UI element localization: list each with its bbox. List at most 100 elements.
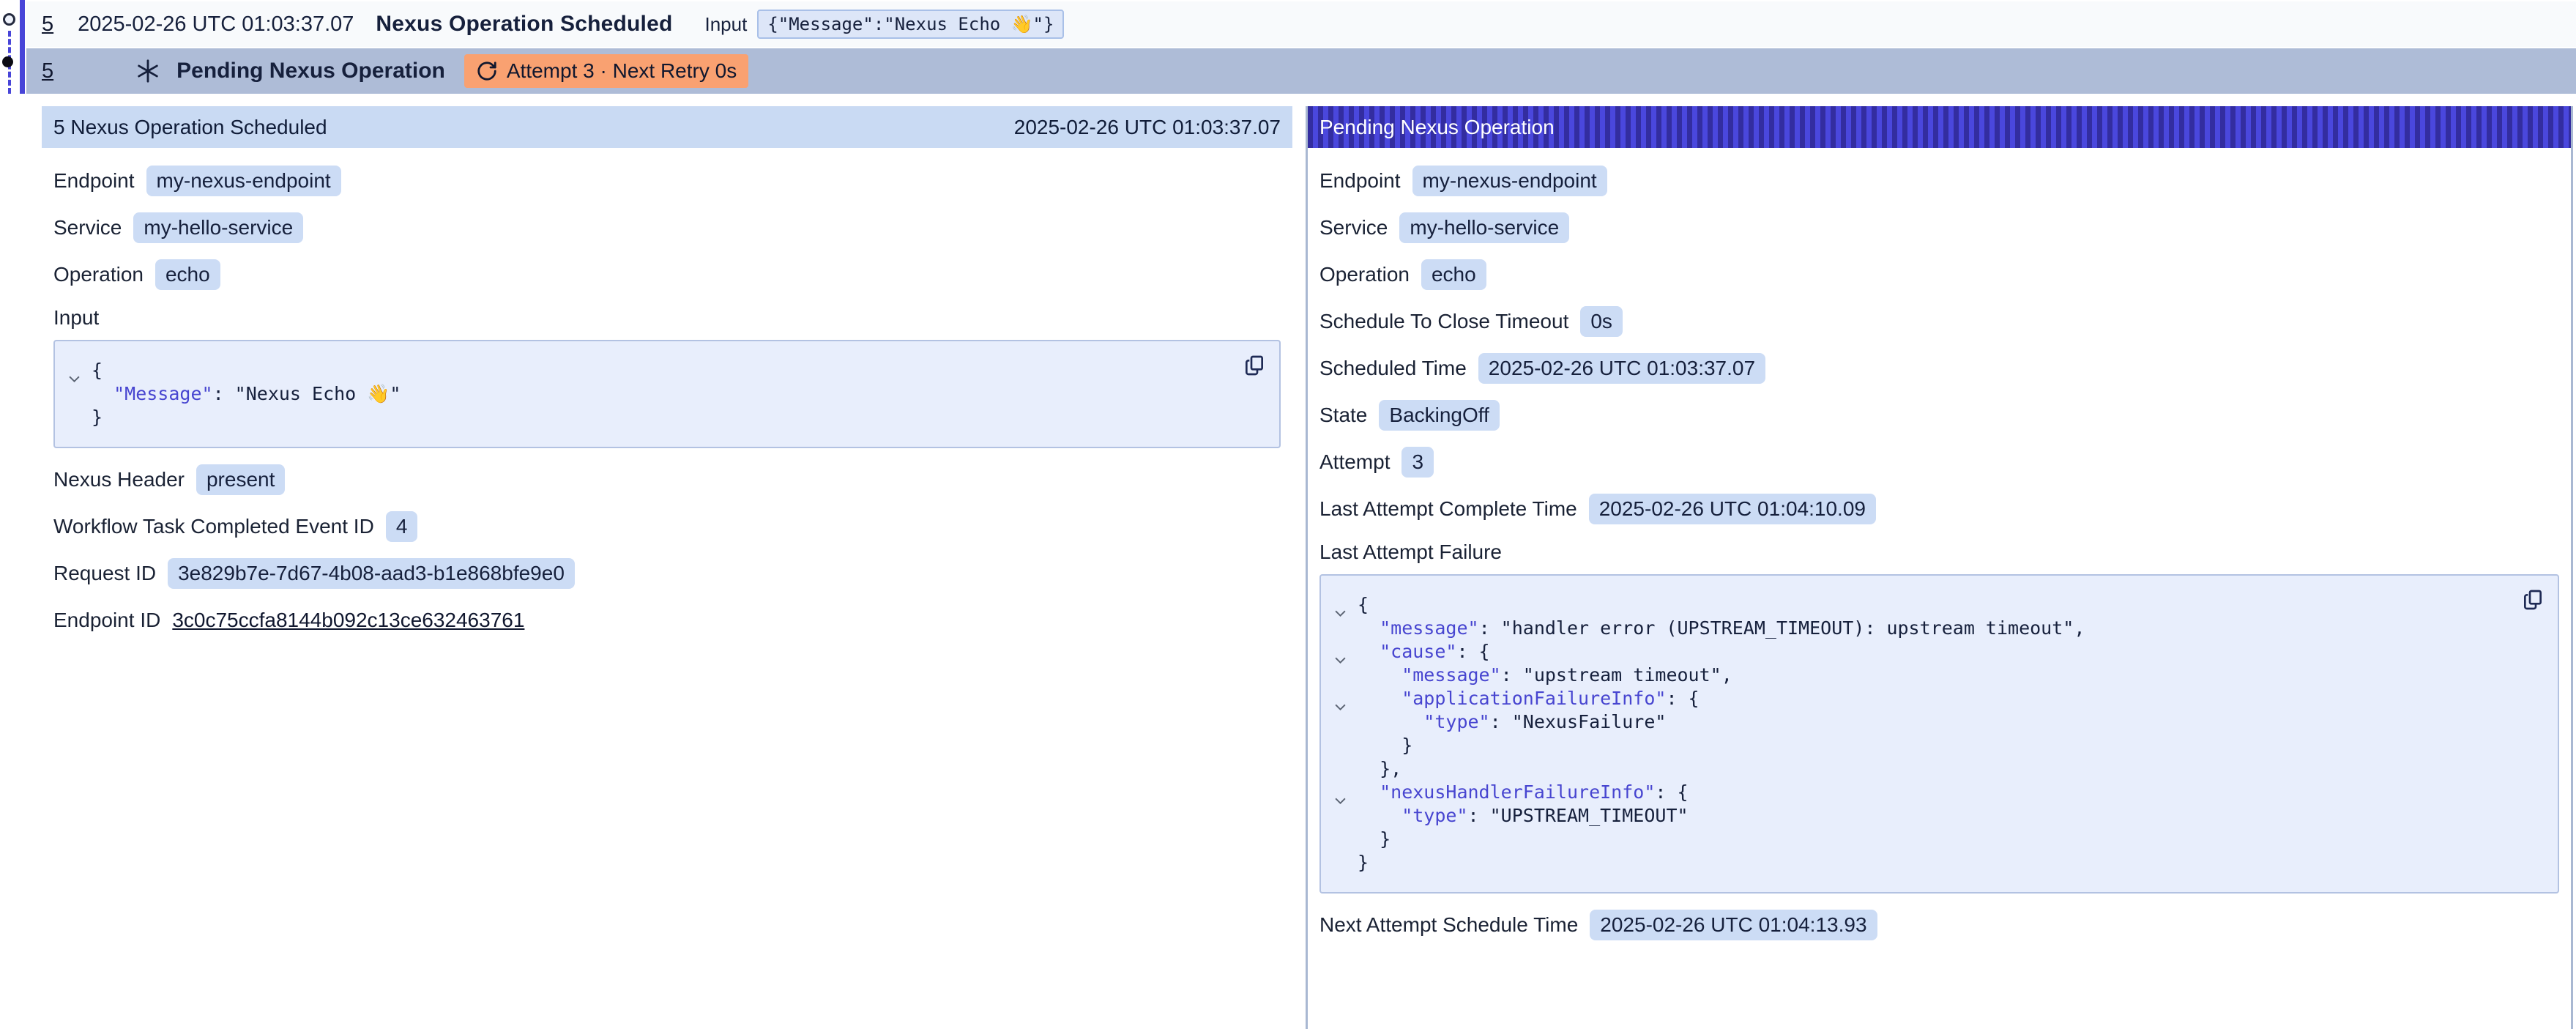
json-plain: : { xyxy=(1655,781,1688,803)
collapse-chevron-icon[interactable] xyxy=(65,359,92,382)
json-plain: } xyxy=(1358,852,1369,873)
json-plain: } xyxy=(1380,828,1391,850)
code-line: "nexusHandlerFailureInfo": { xyxy=(1331,781,2506,804)
field-endpoint-id: Endpoint ID 3c0c75ccfa8144b092c13ce632463… xyxy=(53,605,1281,635)
pending-title: Pending Nexus Operation xyxy=(176,59,445,83)
field-value-badge-next-attempt-schedule-time: 2025-02-26 UTC 01:04:13.93 xyxy=(1590,910,1877,940)
timeline-rail-bar xyxy=(20,0,25,94)
pending-id-link[interactable]: 5 xyxy=(42,59,53,83)
collapse-chevron-icon[interactable] xyxy=(1331,781,1358,804)
json-plain: : "upstream timeout", xyxy=(1501,664,1732,686)
code-line: } xyxy=(65,406,1228,429)
event-input-label: Input xyxy=(705,13,748,36)
field-label-service: Service xyxy=(1319,216,1388,239)
field-label-endpoint: Endpoint xyxy=(53,169,135,193)
code-text: { xyxy=(1358,593,1369,617)
field-last-attempt-failure: Last Attempt Failure{"message": "handler… xyxy=(1319,540,2559,894)
code-text: { xyxy=(92,359,103,382)
code-line: } xyxy=(1331,734,2506,757)
field-value-badge-state: BackingOff xyxy=(1379,400,1499,431)
json-key: "cause" xyxy=(1380,641,1456,662)
field-label-request-id: Request ID xyxy=(53,562,156,585)
code-line: "applicationFailureInfo": { xyxy=(1331,687,2506,710)
field-label-next-attempt-schedule-time: Next Attempt Schedule Time xyxy=(1319,913,1578,937)
field-value-badge-request-id: 3e829b7e-7d67-4b08-aad3-b1e868bfe9e0 xyxy=(168,558,575,589)
json-plain: : { xyxy=(1456,641,1489,662)
json-key: "type" xyxy=(1401,805,1467,826)
event-detail-panel-time: 2025-02-26 UTC 01:03:37.07 xyxy=(1014,116,1281,139)
json-key: "message" xyxy=(1401,664,1500,686)
code-gutter xyxy=(65,406,92,429)
json-plain: }, xyxy=(1380,758,1401,779)
field-scheduled-time: Scheduled Time2025-02-26 UTC 01:03:37.07 xyxy=(1319,353,2559,384)
field-label-operation: Operation xyxy=(1319,263,1410,286)
copy-icon[interactable] xyxy=(1241,353,1267,379)
field-schedule-to-close-timeout: Schedule To Close Timeout0s xyxy=(1319,306,2559,337)
field-label-operation: Operation xyxy=(53,263,144,286)
event-row-nexus-operation-scheduled[interactable]: 5 2025-02-26 UTC 01:03:37.07 Nexus Opera… xyxy=(26,1,2576,47)
collapse-chevron-icon[interactable] xyxy=(1331,687,1358,710)
code-line: { xyxy=(1331,593,2506,617)
retry-badge-text: Attempt 3 · Next Retry 0s xyxy=(507,59,737,83)
field-last-attempt-complete-time: Last Attempt Complete Time2025-02-26 UTC… xyxy=(1319,494,2559,524)
code-text: "message": "handler error (UPSTREAM_TIME… xyxy=(1358,617,2085,640)
code-line: { xyxy=(65,359,1228,382)
copy-icon[interactable] xyxy=(2520,587,2546,614)
field-value-badge-last-attempt-complete-time: 2025-02-26 UTC 01:04:10.09 xyxy=(1589,494,1876,524)
field-value-badge-endpoint: my-nexus-endpoint xyxy=(146,166,341,196)
json-plain: : "handler error (UPSTREAM_TIMEOUT): ups… xyxy=(1479,617,2085,639)
pending-nexus-operation-row[interactable]: 5 Pending Nexus Operation Attempt 3 · Ne… xyxy=(26,48,2576,94)
field-label-workflow-task-completed-event-id: Workflow Task Completed Event ID xyxy=(53,515,374,538)
field-label-scheduled-time: Scheduled Time xyxy=(1319,357,1467,380)
pending-operation-panel-header: Pending Nexus Operation xyxy=(1308,106,2571,148)
json-code-block-input: {"Message": "Nexus Echo 👋"} xyxy=(53,340,1281,448)
json-code-block-last-attempt-failure: {"message": "handler error (UPSTREAM_TIM… xyxy=(1319,574,2559,894)
field-workflow-task-completed-event-id: Workflow Task Completed Event ID 4 xyxy=(53,511,1281,542)
field-label-nexus-header: Nexus Header xyxy=(53,468,185,491)
code-gutter xyxy=(1331,664,1358,687)
field-value-badge-service: my-hello-service xyxy=(133,212,303,243)
code-gutter xyxy=(1331,617,1358,640)
code-gutter xyxy=(1331,734,1358,757)
field-service: Service my-hello-service xyxy=(1319,212,2559,243)
json-plain: : "NexusFailure" xyxy=(1490,711,1667,732)
code-text: "nexusHandlerFailureInfo": { xyxy=(1358,781,1689,804)
field-state: StateBackingOff xyxy=(1319,400,2559,431)
event-id-link[interactable]: 5 xyxy=(42,12,53,37)
collapse-chevron-icon[interactable] xyxy=(1331,640,1358,664)
pending-operation-panel: Pending Nexus Operation Endpointmy-nexus… xyxy=(1306,106,2573,1029)
field-label-endpoint: Endpoint xyxy=(1319,169,1401,193)
json-key: "message" xyxy=(1380,617,1478,639)
code-line: "message": "handler error (UPSTREAM_TIME… xyxy=(1331,617,2506,640)
code-text: } xyxy=(1358,851,1369,874)
event-timestamp: 2025-02-26 UTC 01:03:37.07 xyxy=(78,12,354,37)
code-line: }, xyxy=(1331,757,2506,781)
field-endpoint: Endpoint my-nexus-endpoint xyxy=(53,166,1281,196)
timeline-current-marker-icon xyxy=(2,56,13,67)
field-label-last-attempt-failure: Last Attempt Failure xyxy=(1319,540,2559,564)
code-text: "type": "NexusFailure" xyxy=(1358,710,1666,734)
field-value-badge-schedule-to-close-timeout: 0s xyxy=(1580,306,1623,337)
code-gutter xyxy=(1331,710,1358,734)
code-gutter xyxy=(1331,828,1358,851)
json-key: "Message" xyxy=(113,383,212,404)
code-line: "type": "NexusFailure" xyxy=(1331,710,2506,734)
code-text: "message": "upstream timeout", xyxy=(1358,664,1732,687)
field-value-link-endpoint-id[interactable]: 3c0c75ccfa8144b092c13ce632463761 xyxy=(172,609,524,632)
collapse-chevron-icon[interactable] xyxy=(1331,593,1358,617)
code-gutter xyxy=(1331,804,1358,828)
code-gutter xyxy=(65,382,92,406)
code-gutter xyxy=(1331,757,1358,781)
field-nexus-header: Nexus Headerpresent xyxy=(53,464,1281,495)
event-detail-panel-body: Endpointmy-nexus-endpointServicemy-hello… xyxy=(42,148,1292,673)
field-label-endpoint-id: Endpoint ID xyxy=(53,609,160,632)
json-plain: : "UPSTREAM_TIMEOUT" xyxy=(1468,805,1689,826)
retry-icon xyxy=(476,60,498,82)
event-detail-panel-title: 5 Nexus Operation Scheduled xyxy=(53,116,327,139)
field-input: Input{"Message": "Nexus Echo 👋"} xyxy=(53,306,1281,448)
event-detail-panel-header: 5 Nexus Operation Scheduled 2025-02-26 U… xyxy=(42,106,1292,148)
field-value-badge-service: my-hello-service xyxy=(1399,212,1569,243)
field-value-badge-attempt: 3 xyxy=(1401,447,1434,478)
field-value-badge-workflow-task-completed-event-id: 4 xyxy=(386,511,418,542)
code-text: "Message": "Nexus Echo 👋" xyxy=(92,382,401,406)
